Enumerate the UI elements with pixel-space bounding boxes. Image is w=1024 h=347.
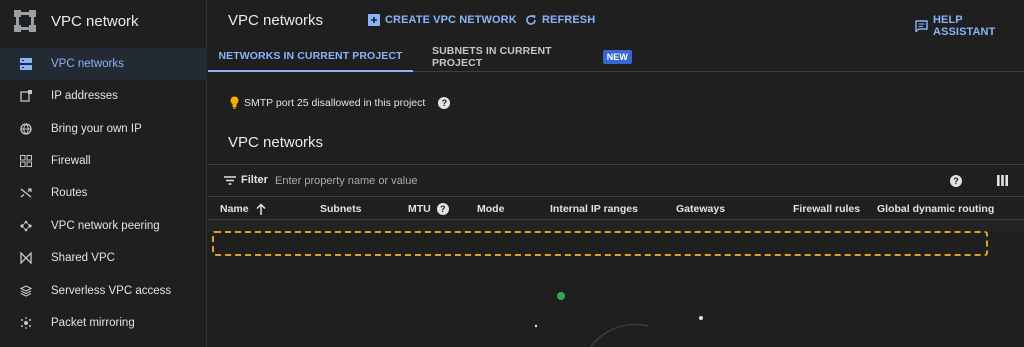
- column-header-internal-ip-ranges[interactable]: Internal IP ranges: [550, 203, 638, 215]
- sidebar-item-routes[interactable]: Routes: [0, 177, 207, 209]
- sidebar-item-label: Shared VPC: [51, 252, 115, 264]
- refresh-icon: [525, 14, 537, 26]
- help-icon[interactable]: ?: [438, 96, 451, 109]
- sidebar-item-shared-vpc[interactable]: Shared VPC: [0, 242, 207, 274]
- column-label: Firewall rules: [793, 203, 861, 215]
- sidebar-item-label: Firewall: [51, 155, 91, 167]
- tab-bar: NETWORKS IN CURRENT PROJECT SUBNETS IN C…: [208, 42, 1024, 72]
- refresh-button[interactable]: REFRESH: [525, 14, 595, 26]
- top-bar: VPC networks CREATE VPC NETWORK REFRESH …: [208, 0, 1024, 42]
- sidebar-item-serverless-vpc-access[interactable]: Serverless VPC access: [0, 275, 207, 307]
- filter-bar: Filter ?: [208, 164, 1024, 197]
- sidebar-item-vpc-networks[interactable]: VPC networks: [0, 48, 207, 80]
- sidebar-item-bring-your-own-ip[interactable]: Bring your own IP: [0, 113, 207, 145]
- sidebar-item-ip-addresses[interactable]: IP addresses: [0, 80, 207, 112]
- smtp-notice: SMTP port 25 disallowed in this project …: [230, 96, 451, 109]
- column-label: MTU: [408, 203, 431, 215]
- loading-dot-green: [557, 292, 565, 300]
- packet-mirroring-icon: [19, 316, 33, 330]
- smtp-notice-text: SMTP port 25 disallowed in this project: [244, 96, 426, 109]
- chat-icon: [915, 20, 928, 32]
- ip-addresses-icon: [19, 89, 33, 103]
- sidebar-item-label: VPC network peering: [51, 220, 160, 232]
- sidebar-item-label: Bring your own IP: [51, 123, 142, 135]
- sidebar-item-packet-mirroring[interactable]: Packet mirroring: [0, 307, 207, 339]
- vpc-product-icon: [14, 10, 36, 32]
- add-box-icon: [368, 14, 380, 26]
- column-display-icon[interactable]: [997, 175, 1008, 186]
- loading-arc: [589, 323, 649, 347]
- help-assistant-label: HELP ASSISTANT: [933, 14, 996, 38]
- shared-vpc-icon: [19, 251, 33, 265]
- loading-dot: [699, 316, 703, 320]
- column-header-name[interactable]: Name: [220, 203, 266, 215]
- page-title: VPC networks: [228, 12, 324, 29]
- globe-icon: [19, 122, 33, 136]
- column-header-mode[interactable]: Mode: [477, 203, 504, 215]
- column-label: Name: [220, 203, 249, 215]
- tab-label: NETWORKS IN CURRENT PROJECT: [218, 50, 403, 62]
- help-icon[interactable]: ?: [436, 203, 449, 215]
- section-title: VPC networks: [228, 134, 324, 151]
- arrow-up-icon: [256, 203, 266, 215]
- column-header-subnets[interactable]: Subnets: [320, 203, 361, 215]
- sidebar-item-vpc-network-peering[interactable]: VPC network peering: [0, 210, 207, 242]
- peering-icon: [19, 219, 33, 233]
- sidebar-title: VPC network: [51, 12, 139, 30]
- sidebar-item-label: Serverless VPC access: [51, 285, 172, 297]
- firewall-icon: [19, 154, 33, 168]
- filter-list-icon: [224, 175, 236, 185]
- column-label: Mode: [477, 203, 505, 215]
- column-label: Gateways: [676, 203, 726, 215]
- sidebar: VPC network VPC networks IP addresses Br…: [0, 0, 207, 347]
- serverless-icon: [19, 284, 33, 298]
- refresh-label: REFRESH: [542, 14, 596, 26]
- column-label: Internal IP ranges: [550, 203, 638, 215]
- create-vpc-network-button[interactable]: CREATE VPC NETWORK: [368, 14, 517, 26]
- lightbulb-icon: [230, 96, 239, 109]
- column-header-gateways[interactable]: Gateways: [676, 203, 725, 215]
- sidebar-item-firewall[interactable]: Firewall: [0, 145, 207, 177]
- help-icon[interactable]: ?: [950, 175, 962, 187]
- sidebar-item-label: IP addresses: [51, 90, 118, 102]
- create-vpc-network-label: CREATE VPC NETWORK: [385, 14, 517, 26]
- column-header-firewall-rules[interactable]: Firewall rules: [793, 203, 860, 215]
- tab-label: SUBNETS IN CURRENT PROJECT: [432, 45, 552, 69]
- highlighted-empty-row: [212, 231, 988, 256]
- routes-icon: [19, 186, 33, 200]
- sidebar-header: VPC network: [0, 0, 206, 42]
- vpc-networks-icon: [19, 57, 33, 71]
- filter-label: Filter: [241, 174, 268, 186]
- sidebar-item-label: VPC networks: [51, 58, 124, 70]
- tab-networks-in-current-project[interactable]: NETWORKS IN CURRENT PROJECT: [208, 42, 413, 72]
- loading-dot: [534, 324, 538, 328]
- column-label: Global dynamic routing: [877, 203, 995, 215]
- column-header-mtu[interactable]: MTU ?: [408, 203, 449, 215]
- filter-input[interactable]: [275, 171, 675, 191]
- new-badge: NEW: [602, 50, 632, 64]
- table-header: Name Subnets MTU ? Mode Internal IP rang…: [208, 197, 1024, 220]
- sidebar-item-label: Routes: [51, 187, 88, 199]
- tab-subnets-in-current-project[interactable]: SUBNETS IN CURRENT PROJECT NEW: [432, 42, 632, 72]
- column-header-global-dynamic-routing[interactable]: Global dynamic routing: [877, 203, 994, 215]
- sidebar-item-label: Packet mirroring: [51, 317, 135, 329]
- help-assistant-button[interactable]: HELP ASSISTANT: [915, 14, 1024, 38]
- filter-button[interactable]: Filter: [224, 174, 268, 186]
- column-label: Subnets: [320, 203, 362, 215]
- loading-spinner-illustration: [534, 292, 703, 347]
